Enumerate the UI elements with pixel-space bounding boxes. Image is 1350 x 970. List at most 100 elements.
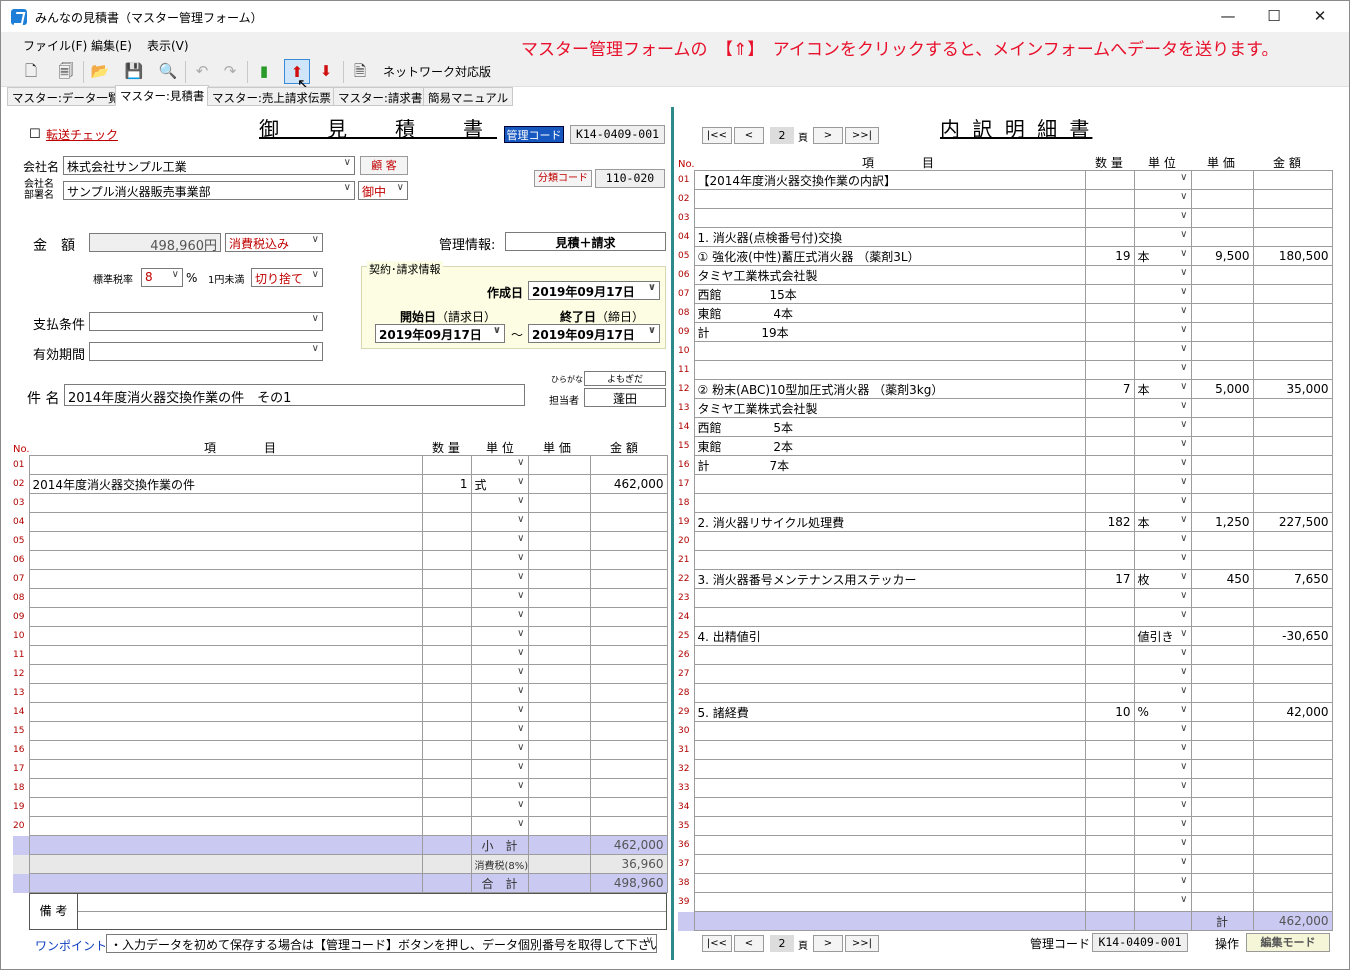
price-cell[interactable]: 450 [1190,569,1254,589]
receive-down-icon[interactable]: ⬇ [313,59,339,84]
item-cell[interactable] [693,797,1086,817]
qty-cell[interactable] [421,493,472,513]
qty-cell[interactable] [1084,170,1135,190]
price-cell[interactable] [1190,740,1254,760]
price-cell[interactable] [1190,873,1254,893]
table-row[interactable]: 25 4. 出精値引 値引き ∨ -30,650 [678,626,1333,646]
table-row[interactable]: 05 ∨ [13,531,668,551]
chevron-down-icon[interactable]: ∨ [517,685,524,696]
unit-cell[interactable]: ∨ [1133,265,1192,285]
qty-cell[interactable] [1084,778,1135,798]
amount-cell[interactable] [1252,664,1333,684]
item-cell[interactable] [28,778,423,798]
amount-cell[interactable]: -30,650 [1252,626,1333,646]
qty-cell[interactable] [1084,892,1135,912]
qty-cell[interactable] [421,607,472,627]
amount-cell[interactable] [1252,550,1333,570]
item-cell[interactable] [693,531,1086,551]
amount-cell[interactable] [1252,588,1333,608]
item-cell[interactable] [28,607,423,627]
unit-cell[interactable]: ∨ [1133,284,1192,304]
item-cell[interactable] [693,588,1086,608]
qty-cell[interactable] [1084,797,1135,817]
qty-cell[interactable]: 182 [1084,512,1135,532]
table-row[interactable]: 06 タミヤ工業株式会社製 ∨ [678,265,1333,285]
chevron-down-icon[interactable]: ∨ [1180,723,1187,734]
price-cell[interactable]: 9,500 [1190,246,1254,266]
amount-cell[interactable] [589,683,668,703]
chevron-down-icon[interactable]: ∨ [517,457,524,468]
price-cell[interactable] [527,702,591,722]
amount-cell[interactable] [589,455,668,475]
amount-cell[interactable] [589,740,668,760]
price-cell[interactable] [1190,607,1254,627]
nav-prev-button[interactable]: < [734,127,764,144]
amount-cell[interactable] [589,512,668,532]
amount-cell[interactable] [1252,854,1333,874]
qty-cell[interactable] [1084,683,1135,703]
amount-cell[interactable] [1252,265,1333,285]
price-cell[interactable] [1190,531,1254,551]
unit-cell[interactable]: ∨ [1133,189,1192,209]
item-cell[interactable] [28,645,423,665]
qty-cell[interactable] [1084,873,1135,893]
start-date-field[interactable]: 2019年09月17日 ∨ [375,324,505,343]
price-cell[interactable] [527,721,591,741]
unit-cell[interactable]: ∨ [470,493,529,513]
amount-cell[interactable] [1252,835,1333,855]
chevron-down-icon[interactable]: ∨ [1180,875,1187,886]
table-row[interactable]: 21 ∨ [678,550,1333,570]
item-cell[interactable]: 計 19本 [693,322,1086,342]
table-row[interactable]: 31 ∨ [678,740,1333,760]
table-row[interactable]: 37 ∨ [678,854,1333,874]
item-cell[interactable] [693,854,1086,874]
unit-cell[interactable]: ∨ [1133,474,1192,494]
amount-cell[interactable] [589,493,668,513]
unit-cell[interactable]: ∨ [1133,531,1192,551]
chevron-down-icon[interactable]: ∨ [1180,856,1187,867]
item-cell[interactable]: ② 粉末(ABC)10型加圧式消火器 （薬剤3kg） [693,379,1086,399]
qty-cell[interactable] [1084,854,1135,874]
table-row[interactable]: 10 ∨ [678,341,1333,361]
unit-cell[interactable]: 本 ∨ [1133,246,1192,266]
unit-cell[interactable]: ∨ [1133,607,1192,627]
menu-edit[interactable]: 編集(E) [91,37,132,54]
close-button[interactable]: ✕ [1297,1,1343,32]
chevron-down-icon[interactable]: ∨ [517,647,524,658]
price-cell[interactable] [1190,227,1254,247]
nav-next-button[interactable]: > [813,127,843,144]
item-cell[interactable] [28,626,423,646]
chevron-down-icon[interactable]: ∨ [1180,780,1187,791]
unit-cell[interactable]: ∨ [1133,683,1192,703]
unit-cell[interactable]: ∨ [1133,664,1192,684]
item-cell[interactable] [693,721,1086,741]
chevron-down-icon[interactable]: ∨ [1180,742,1187,753]
item-cell[interactable]: 東館 2本 [693,436,1086,456]
transfer-check-box[interactable]: ☐ [29,127,41,142]
chevron-down-icon[interactable]: ∨ [1180,609,1187,620]
price-cell[interactable] [527,626,591,646]
price-cell[interactable]: 5,000 [1190,379,1254,399]
amount-cell[interactable] [589,645,668,665]
item-cell[interactable] [693,189,1086,209]
price-cell[interactable]: 1,250 [1190,512,1254,532]
table-row[interactable]: 29 5. 諸経費 10% ∨ 42,000 [678,702,1333,722]
table-row[interactable]: 39 ∨ [678,892,1333,912]
dept-field[interactable]: サンプル消火器販売事業部 ∨ [63,181,355,200]
chevron-down-icon[interactable]: ∨ [1180,799,1187,810]
unit-cell[interactable]: ∨ [1133,816,1192,836]
unit-cell[interactable]: ∨ [1133,740,1192,760]
amount-cell[interactable] [1252,892,1333,912]
chevron-down-icon[interactable]: ∨ [1180,438,1187,449]
chevron-down-icon[interactable]: ∨ [1180,267,1187,278]
item-cell[interactable]: 2014年度消火器交換作業の件 [28,474,423,494]
unit-cell[interactable]: 式 ∨ [470,474,529,494]
price-cell[interactable] [1190,835,1254,855]
price-cell[interactable] [1190,854,1254,874]
amount-cell[interactable] [1252,873,1333,893]
chevron-down-icon[interactable]: ∨ [517,476,524,487]
unit-cell[interactable]: ∨ [470,607,529,627]
qty-cell[interactable] [1084,645,1135,665]
qty-cell[interactable] [1084,550,1135,570]
price-cell[interactable] [1190,645,1254,665]
